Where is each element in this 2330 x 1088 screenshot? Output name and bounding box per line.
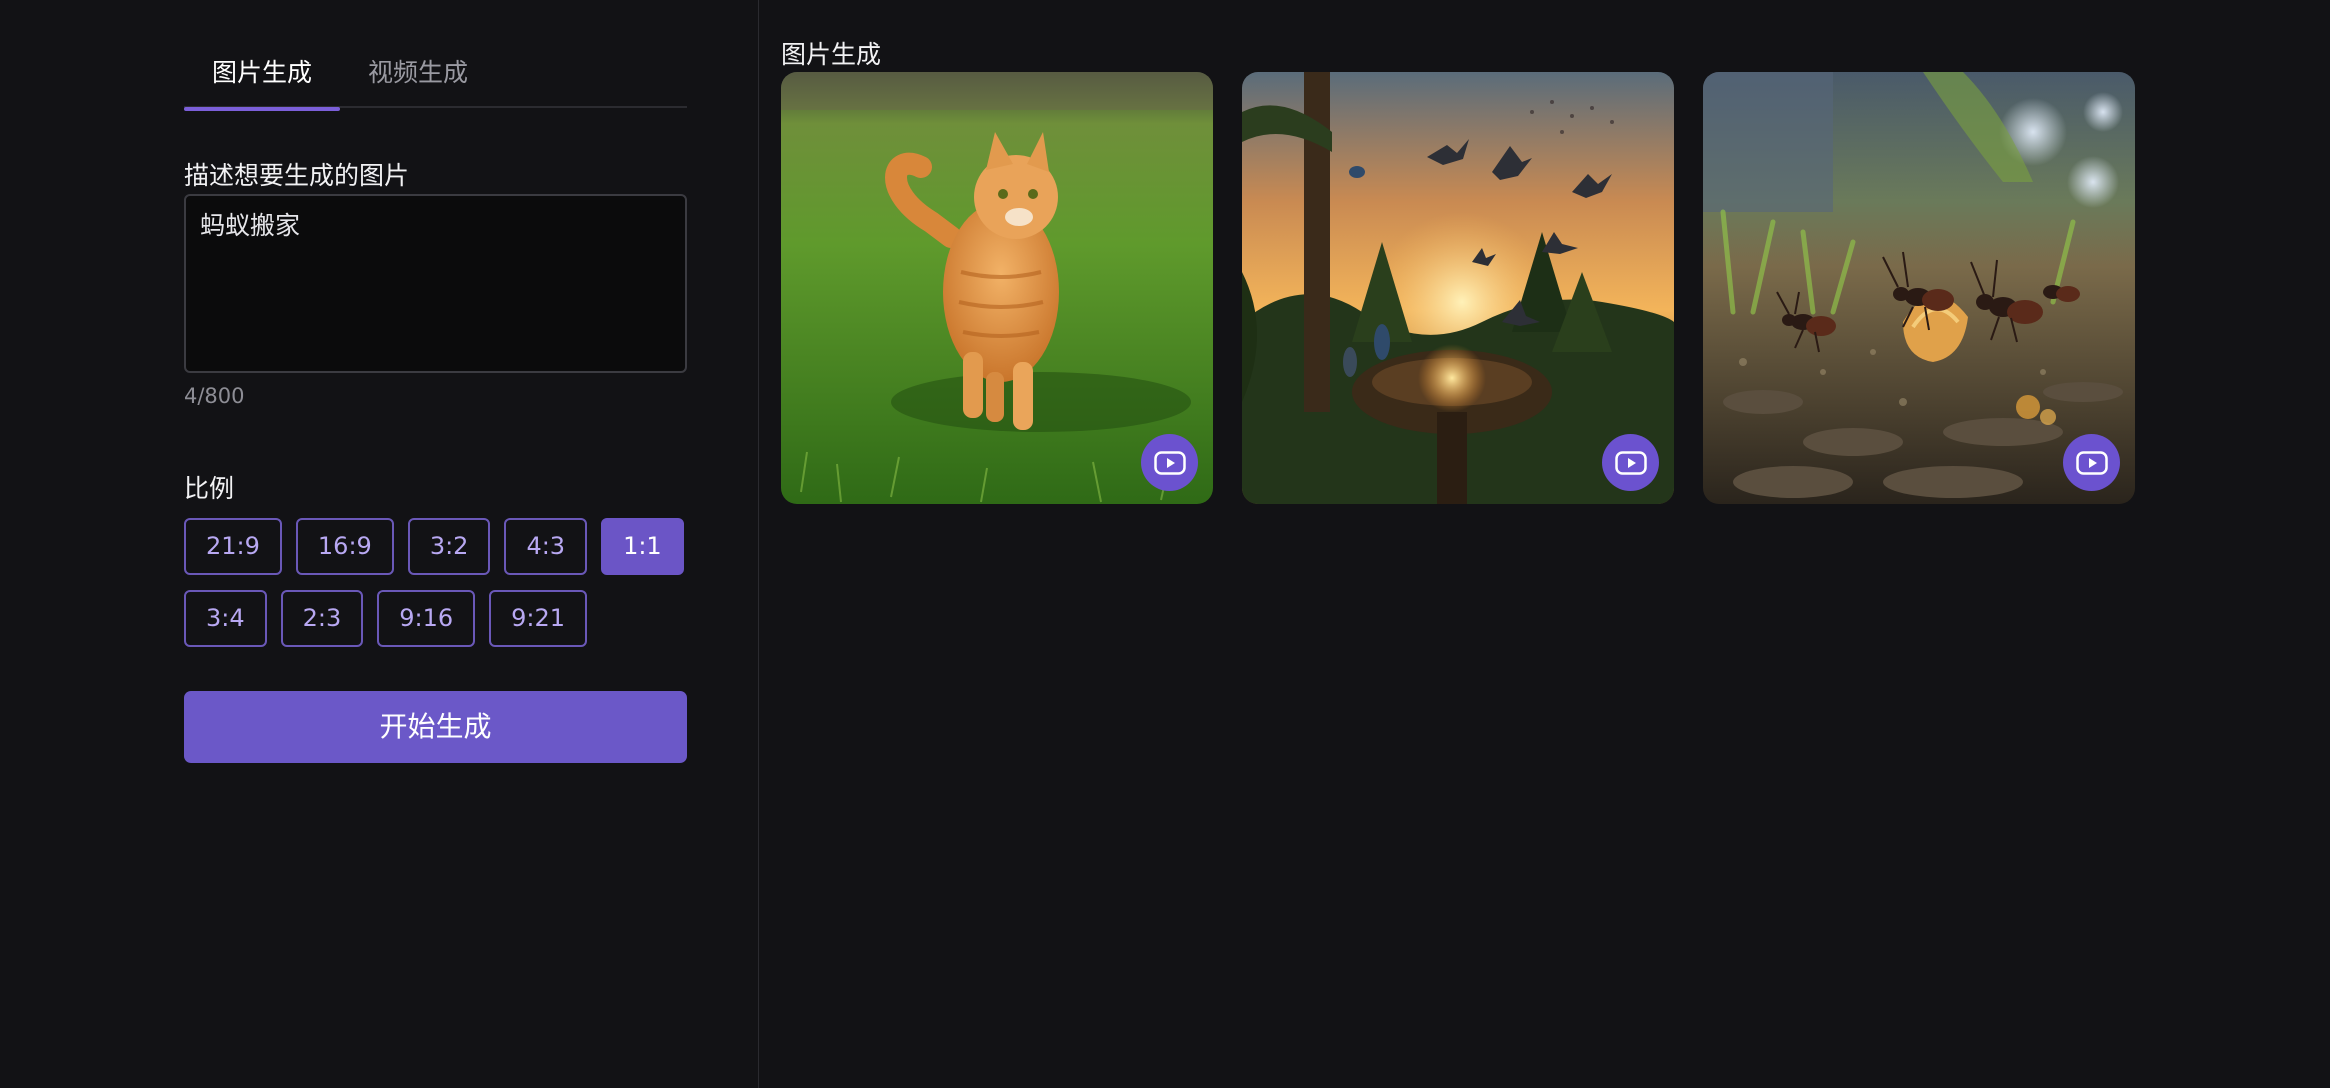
ratio-option-16-9[interactable]: 16:9 [295, 518, 394, 575]
ratio-label: 比例 [184, 474, 235, 503]
play-video-icon[interactable] [1141, 434, 1198, 491]
generated-image-card[interactable] [1703, 72, 2135, 504]
image-gallery [781, 72, 2135, 504]
ratio-row: 3:4 2:3 9:16 9:21 [184, 590, 687, 647]
char-count: 4/800 [184, 384, 245, 408]
ratio-option-9-16[interactable]: 9:16 [377, 590, 476, 647]
birds-nest-image [1242, 72, 1674, 504]
start-generate-button[interactable]: 开始生成 [184, 691, 687, 763]
ratio-option-4-3[interactable]: 4:3 [504, 518, 588, 575]
app-window: 图片生成 视频生成 描述想要生成的图片 蚂蚁搬家 4/800 比例 21:9 1… [0, 0, 2330, 1088]
ratio-row: 21:9 16:9 3:2 4:3 1:1 [184, 518, 687, 575]
left-panel: 图片生成 视频生成 描述想要生成的图片 蚂蚁搬家 4/800 比例 21:9 1… [0, 0, 759, 1088]
ratio-option-1-1[interactable]: 1:1 [601, 518, 684, 575]
generated-image-card[interactable] [1242, 72, 1674, 504]
tab-image-generation[interactable]: 图片生成 [184, 40, 341, 111]
gallery-title: 图片生成 [781, 40, 882, 69]
play-video-icon[interactable] [2063, 434, 2120, 491]
ratio-option-3-2[interactable]: 3:2 [407, 518, 491, 575]
prompt-textarea[interactable]: 蚂蚁搬家 [184, 194, 687, 373]
tab-bar: 图片生成 视频生成 [184, 40, 687, 111]
prompt-label: 描述想要生成的图片 [184, 161, 410, 190]
ratio-option-21-9[interactable]: 21:9 [184, 518, 282, 575]
ratio-option-3-4[interactable]: 3:4 [184, 590, 267, 647]
generated-image-card[interactable] [781, 72, 1213, 504]
tab-video-generation[interactable]: 视频生成 [340, 40, 496, 108]
ratio-option-2-3[interactable]: 2:3 [280, 590, 364, 647]
cat-image [781, 72, 1213, 504]
ratio-option-9-21[interactable]: 9:21 [489, 590, 588, 647]
play-video-icon[interactable] [1602, 434, 1659, 491]
ratio-options: 21:9 16:9 3:2 4:3 1:1 3:4 2:3 9:16 9:21 [184, 518, 687, 662]
ants-image [1703, 72, 2135, 504]
